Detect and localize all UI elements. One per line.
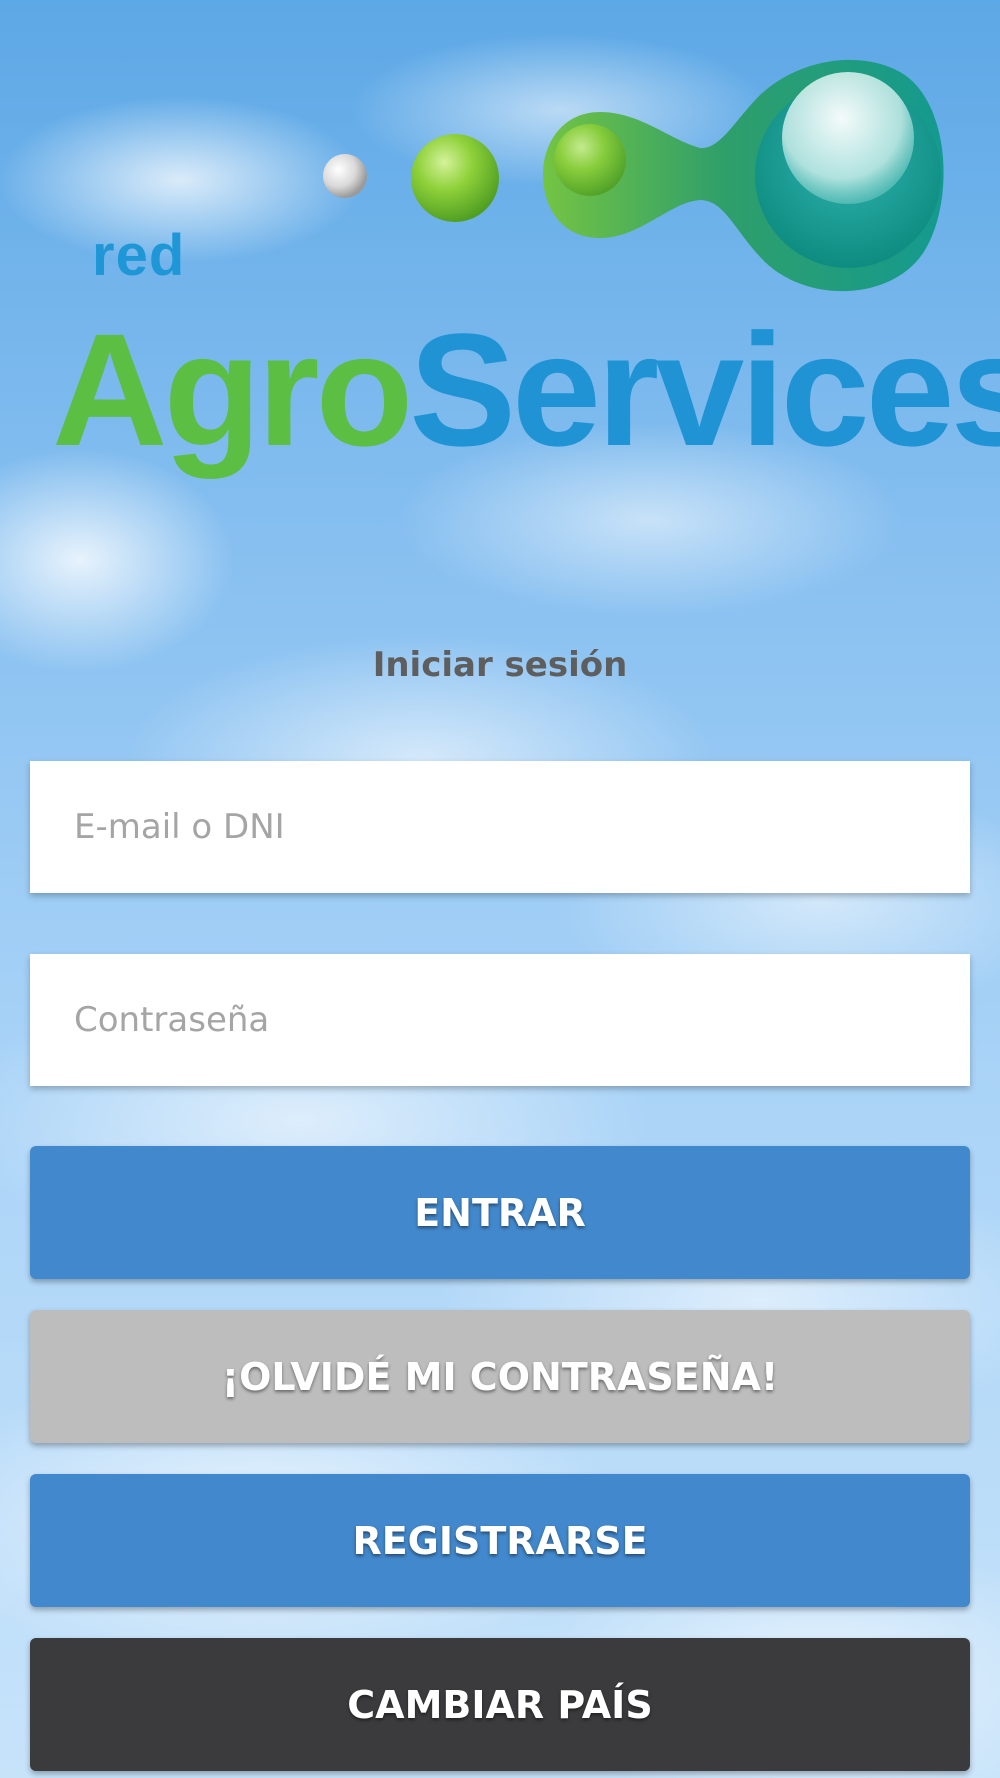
logo-services-text: Services <box>409 300 1000 479</box>
forgot-password-button[interactable]: ¡OLVIDÉ MI CONTRASEÑA! <box>30 1310 970 1443</box>
change-country-button[interactable]: CAMBIAR PAÍS <box>30 1638 970 1771</box>
password-input[interactable] <box>30 954 970 1086</box>
logo-green-ball <box>411 134 499 222</box>
logo-agro-text: Agro <box>52 300 413 479</box>
logo-wordmark: AgroServices <box>52 300 1000 480</box>
logo-red-text: red <box>92 223 186 288</box>
register-button[interactable]: REGISTRARSE <box>30 1474 970 1607</box>
agroservices-logo: red AgroServices <box>0 0 1000 520</box>
logo-blob-highlight <box>554 124 626 196</box>
logo-small-grey-ball <box>323 154 367 198</box>
enter-button[interactable]: ENTRAR <box>30 1146 970 1279</box>
login-title: Iniciar sesión <box>372 645 628 685</box>
logo-teal-highlight <box>782 72 914 204</box>
email-input[interactable] <box>30 761 970 893</box>
